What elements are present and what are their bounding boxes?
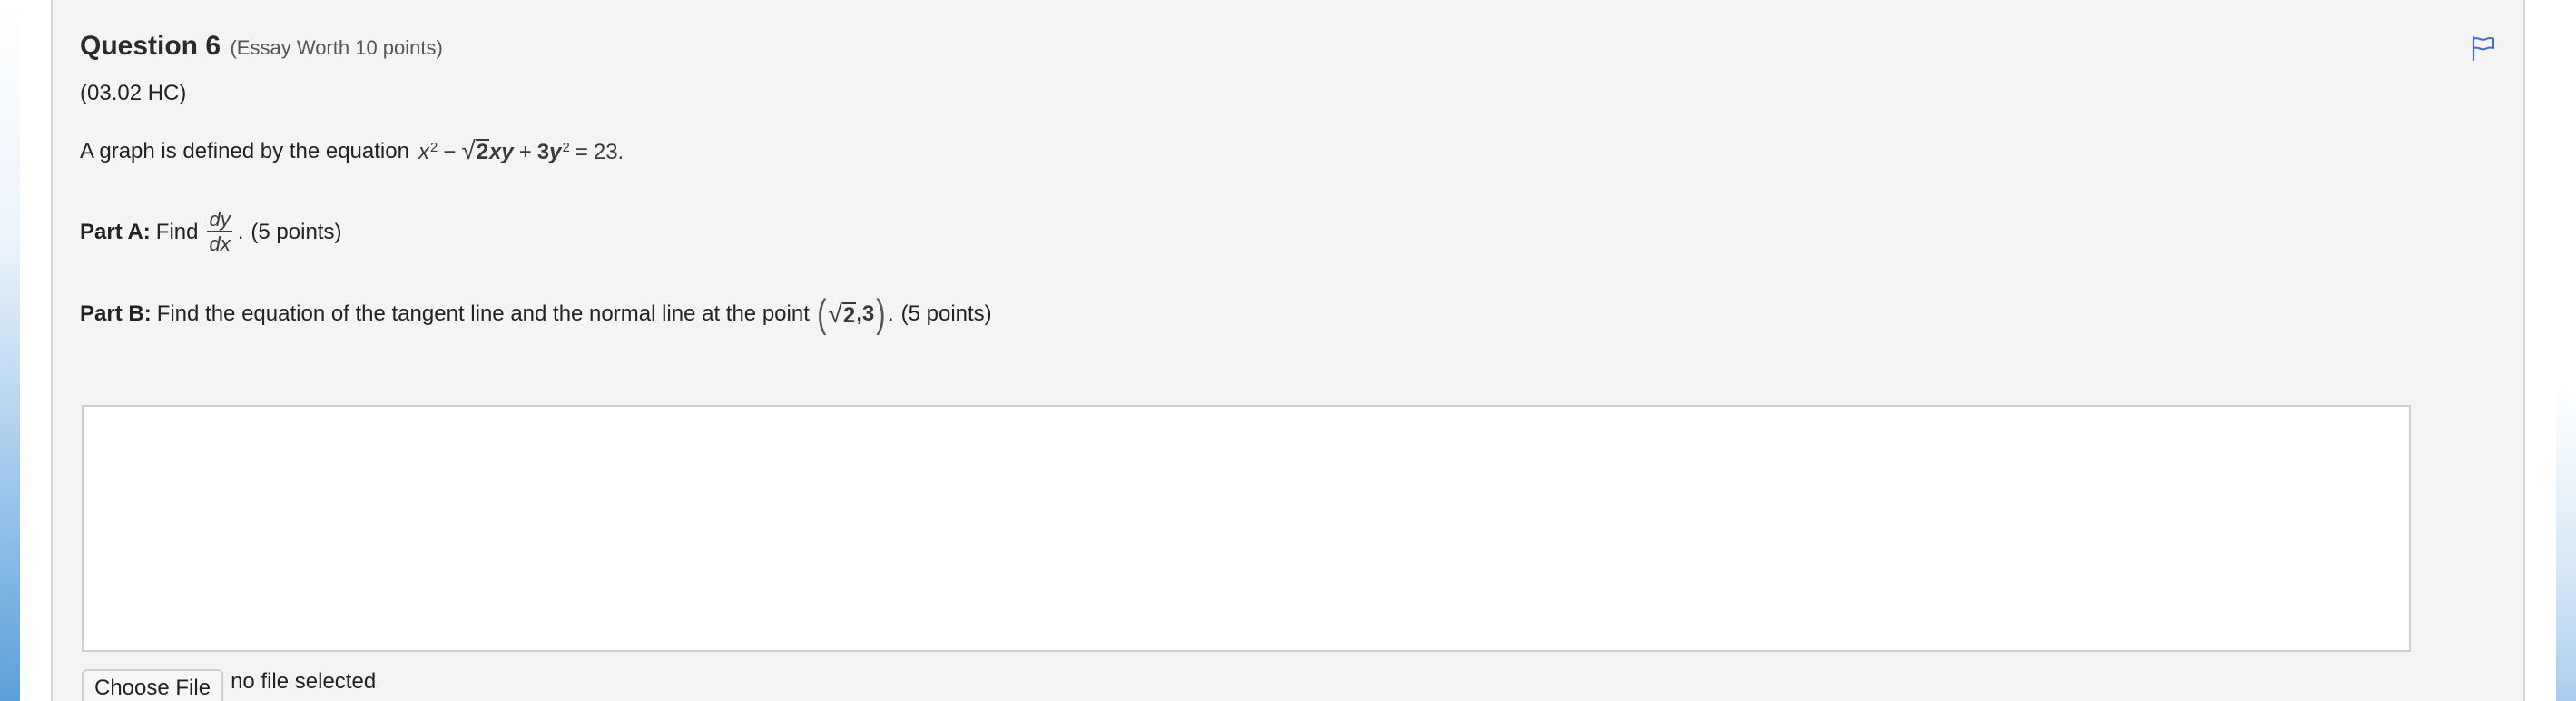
point-open-paren: ( (817, 291, 827, 336)
eq-rhs: 23 (593, 140, 618, 164)
fraction-denominator: dx (207, 231, 232, 256)
eq-y: y (549, 140, 562, 164)
question-card: Question 6 (Essay Worth 10 points) (03.0… (51, 0, 2525, 701)
part-b-line: Part B: Find the equation of the tangent… (80, 294, 992, 334)
point-sqrt: √ 2 (829, 301, 857, 327)
eq-sqrt: √ 2 (461, 136, 490, 164)
eq-plus: + (518, 140, 532, 164)
question-worth: (Essay Worth 10 points) (230, 36, 443, 59)
eq-y-exponent: 2 (562, 140, 570, 155)
eq-end: . (617, 140, 624, 164)
page-edge-left (0, 0, 20, 701)
part-b-points: (5 points) (900, 301, 992, 326)
file-upload-row: Choose File no file selected (82, 669, 376, 701)
derivative-fraction: dy dx (207, 208, 232, 256)
point-expression: ( √ 2 ,3 ) (815, 294, 888, 334)
flag-question-button[interactable] (2467, 33, 2498, 64)
equation: x 2 − √ 2 xy + 3 y 2 = 23 . (418, 138, 624, 165)
eq-equals: = (575, 140, 588, 164)
question-intro-text: A graph is defined by the equation (80, 139, 409, 163)
part-b-label: Part B: (80, 301, 152, 326)
eq-x-exponent: 2 (429, 140, 438, 155)
part-a-text: Find (155, 219, 199, 244)
page-edge-right (2556, 0, 2576, 701)
eq-coefficient: 3 (536, 140, 550, 164)
point-rest: ,3 (856, 301, 875, 326)
eq-xy: xy (489, 140, 514, 164)
fraction-numerator: dy (209, 208, 231, 231)
radical-sign: √ (461, 136, 476, 164)
essay-answer-box[interactable] (82, 405, 2411, 652)
question-intro-line: A graph is defined by the equation x 2 −… (80, 138, 624, 165)
part-a-points: (5 points) (251, 219, 342, 244)
question-header: Question 6 (Essay Worth 10 points) (80, 31, 443, 62)
radical-sign: √ (828, 300, 842, 328)
part-b-period: . (887, 301, 894, 326)
eq-sqrt-radicand: 2 (475, 138, 490, 164)
eq-x: x (418, 140, 429, 164)
point-sqrt-radicand: 2 (841, 301, 857, 328)
eq-minus: − (443, 140, 457, 164)
file-status-text: no file selected (231, 669, 377, 694)
question-title: Question 6 (80, 31, 221, 61)
question-code: (03.02 HC) (80, 81, 187, 105)
point-close-paren: ) (876, 291, 886, 336)
flag-icon (2472, 35, 2494, 62)
choose-file-button[interactable]: Choose File (82, 669, 224, 701)
part-a-line: Part A: Find dy dx . (5 points) (80, 208, 342, 256)
part-a-period: . (237, 219, 244, 244)
part-a-label: Part A: (80, 219, 151, 244)
part-b-text: Find the equation of the tangent line an… (156, 301, 810, 326)
